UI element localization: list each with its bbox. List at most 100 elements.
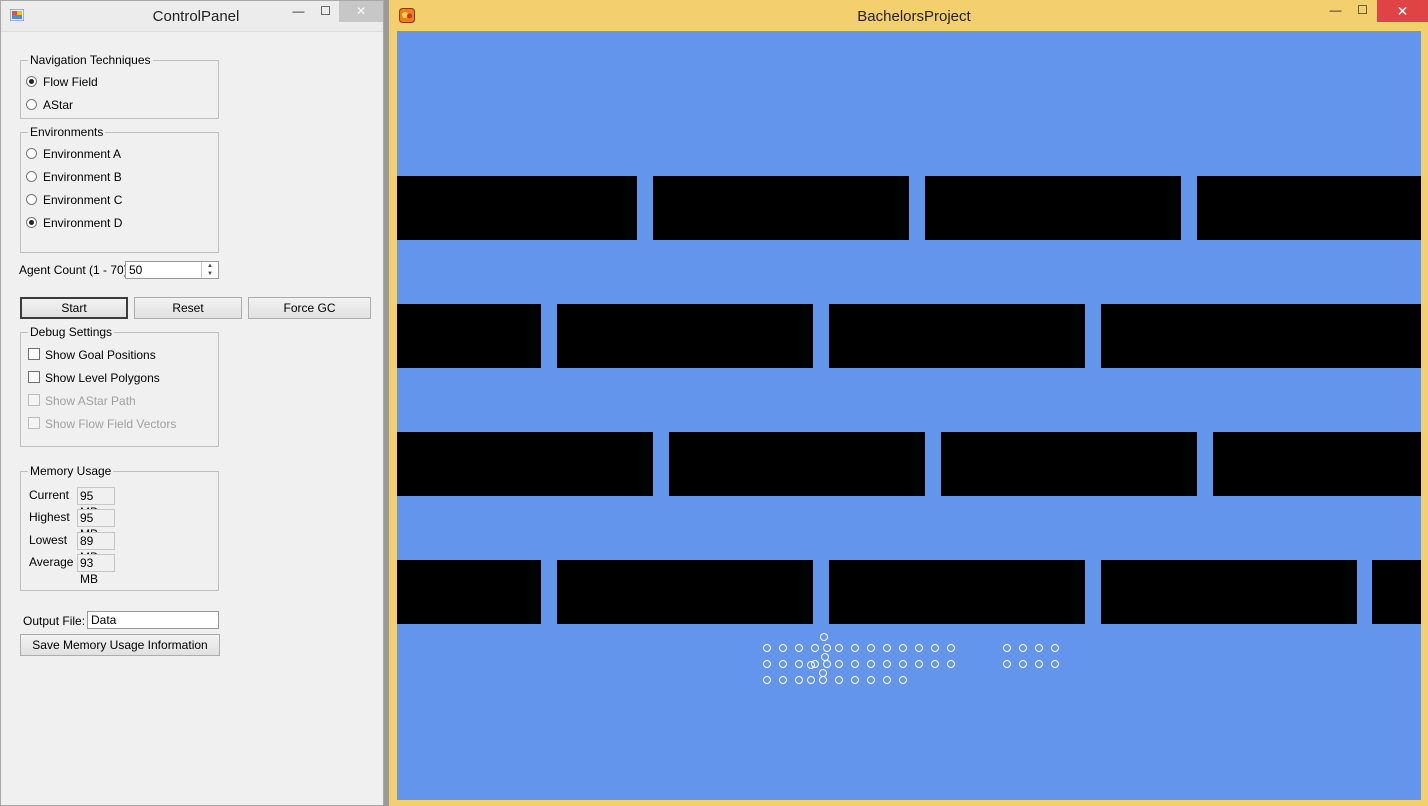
agent-circle [851, 676, 859, 684]
agent-circle [779, 676, 787, 684]
agent-circle [835, 644, 843, 652]
agent-circle [1051, 644, 1059, 652]
agent-circle [779, 660, 787, 668]
memory-usage-group: Memory Usage [20, 464, 219, 591]
show-goal-positions-checkbox[interactable] [28, 348, 40, 360]
agent-circle [899, 676, 907, 684]
save-memory-usage-button[interactable]: Save Memory Usage Information [20, 634, 220, 656]
radio-flow-field[interactable] [26, 76, 37, 87]
radio-environment-a[interactable] [26, 148, 37, 159]
agent-circle [807, 676, 815, 684]
radio-environment-d-label[interactable]: Environment D [43, 216, 122, 230]
radio-environment-c[interactable] [26, 194, 37, 205]
memory-average-label: Average [29, 555, 74, 569]
output-file-input[interactable]: Data [87, 611, 219, 629]
game-window-title: BachelorsProject [857, 8, 971, 25]
agent-circle [820, 633, 828, 641]
agent-circle [835, 676, 843, 684]
maximize-button[interactable]: ☐ [312, 1, 339, 22]
agent-circle [931, 644, 939, 652]
agent-circle [899, 644, 907, 652]
game-minimize-button[interactable]: — [1322, 0, 1349, 21]
show-level-polygons-checkbox[interactable] [28, 371, 40, 383]
agent-circle [819, 669, 827, 677]
game-maximize-button[interactable]: ☐ [1349, 0, 1376, 21]
agent-circle [915, 660, 923, 668]
radio-environment-d[interactable] [26, 217, 37, 228]
agent-circle [883, 676, 891, 684]
show-flow-field-vectors-label: Show Flow Field Vectors [45, 417, 177, 431]
agent-circle [795, 676, 803, 684]
close-button[interactable]: ✕ [339, 1, 383, 22]
radio-astar[interactable] [26, 99, 37, 110]
memory-highest-label: Highest [29, 510, 70, 524]
environments-legend: Environments [30, 125, 104, 139]
radio-environment-a-label[interactable]: Environment A [43, 147, 121, 161]
navigation-techniques-legend: Navigation Techniques [30, 53, 151, 67]
start-button[interactable]: Start [20, 297, 128, 319]
agent-count-label: Agent Count (1 - 70) [19, 263, 128, 277]
agent-circle [851, 644, 859, 652]
force-gc-button[interactable]: Force GC [248, 297, 371, 319]
agent-circle [931, 660, 939, 668]
agent-circle [779, 644, 787, 652]
show-goal-positions-label[interactable]: Show Goal Positions [45, 348, 156, 362]
agent-circle [835, 660, 843, 668]
agent-circle [763, 660, 771, 668]
agent-circle [1003, 644, 1011, 652]
radio-astar-label[interactable]: AStar [43, 98, 73, 112]
game-viewport[interactable] [397, 31, 1421, 800]
agent-circle [1019, 660, 1027, 668]
agent-circle [823, 644, 831, 652]
agent-circle [947, 644, 955, 652]
memory-usage-legend: Memory Usage [30, 464, 112, 478]
stepper-down-icon[interactable]: ▼ [201, 270, 218, 278]
agent-circle [899, 660, 907, 668]
radio-environment-c-label[interactable]: Environment C [43, 193, 122, 207]
minimize-button[interactable]: — [285, 1, 312, 22]
memory-average-value: 93 MB [77, 554, 115, 586]
radio-environment-b-label[interactable]: Environment B [43, 170, 122, 184]
agent-circle [811, 644, 819, 652]
show-astar-path-checkbox [28, 394, 40, 406]
debug-settings-legend: Debug Settings [30, 325, 113, 339]
show-flow-field-vectors-checkbox [28, 417, 40, 429]
control-panel-titlebar[interactable]: ControlPanel — ☐ ✕ [1, 1, 383, 32]
agent-count-value[interactable]: 50 [129, 263, 142, 277]
environments-group: Environments [20, 125, 219, 253]
memory-current-label: Current [29, 488, 70, 502]
agent-circle [763, 644, 771, 652]
game-window-titlebar[interactable]: BachelorsProject — ☐ ✕ [389, 0, 1428, 31]
agent-circle [795, 644, 803, 652]
agent-circle [947, 660, 955, 668]
agent-circle [867, 644, 875, 652]
agent-circle [807, 661, 815, 669]
agent-circle [867, 676, 875, 684]
game-close-button[interactable]: ✕ [1377, 0, 1428, 22]
radio-flow-field-label[interactable]: Flow Field [43, 75, 98, 89]
agent-circle [867, 660, 875, 668]
show-astar-path-label: Show AStar Path [45, 394, 136, 408]
agent-circle [1003, 660, 1011, 668]
agent-circle [851, 660, 859, 668]
memory-highest-value: 95 MB [77, 509, 115, 541]
reset-button[interactable]: Reset [134, 297, 242, 319]
memory-lowest-value: 89 MB [77, 532, 115, 564]
agent-layer [397, 31, 1421, 800]
agent-circle [1051, 660, 1059, 668]
stepper-up-icon[interactable]: ▲ [201, 262, 218, 270]
agent-circle [819, 676, 827, 684]
agent-circle [763, 676, 771, 684]
agent-circle [883, 660, 891, 668]
agent-circle [883, 644, 891, 652]
show-level-polygons-label[interactable]: Show Level Polygons [45, 371, 160, 385]
agent-circle [1019, 644, 1027, 652]
agent-circle [1035, 660, 1043, 668]
agent-circle [795, 660, 803, 668]
memory-current-value: 95 MB [77, 487, 115, 519]
output-file-label: Output File: [23, 614, 86, 628]
agent-circle [821, 653, 829, 661]
memory-lowest-label: Lowest [29, 533, 68, 547]
radio-environment-b[interactable] [26, 171, 37, 182]
agent-circle [823, 660, 831, 668]
